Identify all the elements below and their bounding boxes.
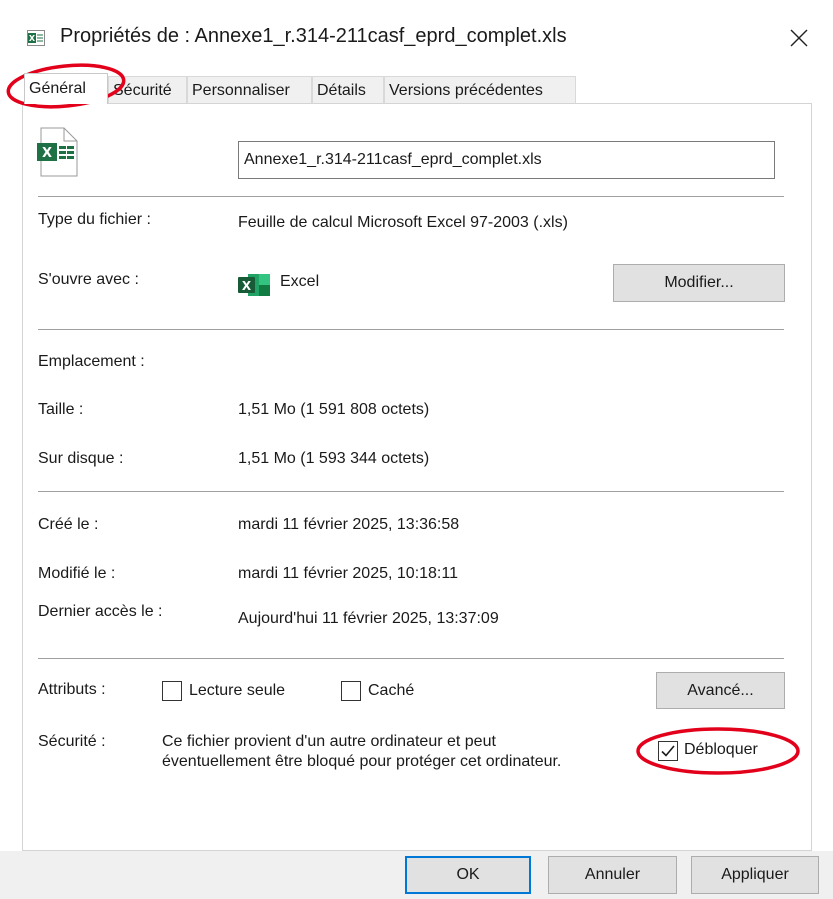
- readonly-label: Lecture seule: [189, 682, 286, 699]
- unblock-label: Débloquer: [684, 741, 758, 758]
- separator: [38, 329, 784, 330]
- size-label: Taille :: [38, 401, 84, 418]
- ok-button[interactable]: OK: [405, 856, 531, 894]
- security-label: Sécurité :: [38, 733, 106, 750]
- separator: [38, 658, 784, 659]
- apply-button[interactable]: Appliquer: [691, 856, 819, 894]
- ok-button-label: OK: [456, 866, 480, 883]
- svg-text:X: X: [29, 34, 36, 43]
- window-title: Propriétés de : Annexe1_r.314-211casf_ep…: [60, 25, 567, 47]
- security-text-line2: éventuellement être bloqué pour protéger…: [162, 753, 562, 770]
- cancel-button-label: Annuler: [584, 866, 641, 883]
- tab-label: Personnaliser: [192, 82, 290, 99]
- created-value: mardi 11 février 2025, 13:36:58: [238, 516, 460, 533]
- tab-details[interactable]: Détails: [312, 76, 384, 103]
- tab-customize[interactable]: Personnaliser: [187, 76, 312, 103]
- title-bar: X Propriétés de : Annexe1_r.314-211casf_…: [0, 0, 833, 74]
- unblock-checkbox[interactable]: [658, 741, 678, 761]
- svg-text:X: X: [242, 279, 252, 293]
- readonly-checkbox[interactable]: [162, 681, 182, 701]
- hidden-label: Caché: [368, 682, 415, 699]
- cancel-button[interactable]: Annuler: [548, 856, 677, 894]
- file-type-value: Feuille de calcul Microsoft Excel 97-200…: [238, 214, 568, 231]
- created-label: Créé le :: [38, 516, 99, 533]
- accessed-label: Dernier accès le :: [38, 603, 163, 620]
- advanced-button[interactable]: Avancé...: [656, 672, 785, 709]
- tab-previous-versions[interactable]: Versions précédentes: [384, 76, 576, 103]
- size-value: 1,51 Mo (1 591 808 octets): [238, 401, 430, 418]
- apply-button-label: Appliquer: [721, 866, 789, 883]
- size-on-disk-label: Sur disque :: [38, 450, 124, 467]
- separator: [38, 196, 784, 197]
- opens-with-label: S'ouvre avec :: [38, 271, 139, 288]
- tab-label: Versions précédentes: [389, 82, 543, 99]
- size-on-disk-value: 1,51 Mo (1 593 344 octets): [238, 450, 430, 467]
- change-button-label: Modifier...: [664, 274, 734, 291]
- opens-with-value: Excel: [280, 273, 320, 290]
- excel-app-icon: X: [238, 274, 270, 296]
- properties-dialog: X Propriétés de : Annexe1_r.314-211casf_…: [0, 0, 833, 899]
- accessed-value: Aujourd'hui 11 février 2025, 13:37:09: [238, 610, 499, 627]
- tab-label: Détails: [317, 82, 366, 99]
- modified-value: mardi 11 février 2025, 10:18:11: [238, 565, 458, 582]
- excel-file-icon: X: [27, 30, 45, 46]
- file-type-label: Type du fichier :: [38, 211, 151, 228]
- tab-general[interactable]: Général: [24, 73, 108, 104]
- tab-label: Sécurité: [113, 82, 172, 99]
- close-button[interactable]: [780, 20, 818, 56]
- change-button[interactable]: Modifier...: [613, 264, 785, 302]
- attributes-label: Attributs :: [38, 681, 106, 698]
- checkmark-icon: [661, 745, 675, 757]
- hidden-checkbox[interactable]: [341, 681, 361, 701]
- excel-file-icon: X: [36, 127, 78, 177]
- tab-security[interactable]: Sécurité: [108, 76, 187, 103]
- location-label: Emplacement :: [38, 353, 145, 370]
- svg-text:X: X: [42, 146, 52, 161]
- separator: [38, 491, 784, 492]
- file-name-input[interactable]: [238, 141, 775, 179]
- modified-label: Modifié le :: [38, 565, 116, 582]
- tab-label: Général: [29, 80, 86, 97]
- advanced-button-label: Avancé...: [687, 681, 754, 699]
- security-text-line1: Ce fichier provient d'un autre ordinateu…: [162, 733, 496, 750]
- close-icon: [790, 29, 808, 47]
